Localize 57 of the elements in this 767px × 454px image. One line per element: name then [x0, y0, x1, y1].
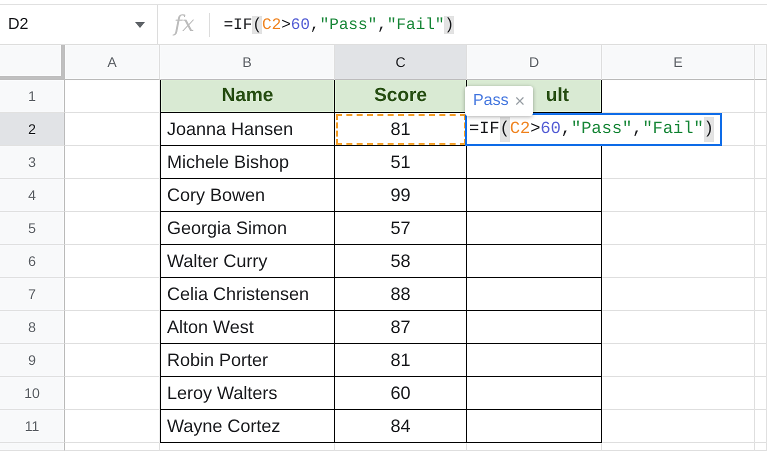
row-header[interactable]: 2 [0, 113, 65, 146]
table-cell: 87 [335, 311, 467, 344]
column-header[interactable]: C [335, 45, 467, 80]
caret-icon[interactable] [135, 22, 145, 28]
column-header[interactable]: A [65, 45, 160, 80]
grid-cell[interactable] [467, 311, 602, 344]
table-cell: 88 [335, 278, 467, 311]
row-header[interactable]: 9 [0, 344, 65, 377]
table-cell: 81 [335, 344, 467, 377]
table-cell: Cory Bowen [160, 179, 335, 212]
table-cell: Robin Porter [160, 344, 335, 377]
row-header[interactable] [0, 443, 65, 451]
grid-cell[interactable] [467, 212, 602, 245]
table-cell: Wayne Cortez [160, 410, 335, 443]
table-cell: 58 [335, 245, 467, 278]
table-cell: Alton West [160, 311, 335, 344]
row-header[interactable]: 4 [0, 179, 65, 212]
column-header[interactable] [755, 45, 767, 80]
table-cell: 60 [335, 377, 467, 410]
grid-cell[interactable] [467, 179, 602, 212]
table-cell: 84 [335, 410, 467, 443]
table-cell: 99 [335, 179, 467, 212]
table-cell: Joanna Hansen [160, 113, 335, 146]
name-box[interactable]: D2 [0, 5, 158, 44]
column-header[interactable]: D [467, 45, 602, 80]
grid-cell[interactable] [467, 377, 602, 410]
table-cell: Celia Christensen [160, 278, 335, 311]
cell-reference: D2 [8, 14, 28, 34]
formula-editor[interactable]: =IF(C2>60,"Pass","Fail") [465, 113, 722, 146]
table-cell: Leroy Walters [160, 377, 335, 410]
table-cell: Michele Bishop [160, 146, 335, 179]
row-header[interactable]: 3 [0, 146, 65, 179]
formula-input[interactable]: =IF(C2>60,"Pass","Fail") [224, 12, 454, 36]
table-cell: 51 [335, 146, 467, 179]
suggestion-text[interactable]: Pass [473, 89, 509, 113]
table-cell: 81 [335, 113, 467, 146]
row-header[interactable]: 5 [0, 212, 65, 245]
grid-cell[interactable] [467, 410, 602, 443]
grid-cell[interactable] [467, 344, 602, 377]
table-cell: 57 [335, 212, 467, 245]
grid-cell[interactable] [467, 146, 602, 179]
column-header[interactable]: B [160, 45, 335, 80]
table-cell: Georgia Simon [160, 212, 335, 245]
select-all-corner[interactable] [0, 45, 65, 80]
table-cell: Walter Curry [160, 245, 335, 278]
row-header[interactable]: 1 [0, 80, 65, 113]
column-title: Name [160, 80, 335, 113]
row-header[interactable]: 6 [0, 245, 65, 278]
row-header[interactable]: 10 [0, 377, 65, 410]
row-header[interactable]: 8 [0, 311, 65, 344]
column-title: Score [335, 80, 467, 113]
row-header[interactable]: 7 [0, 278, 65, 311]
grid-cell[interactable] [467, 245, 602, 278]
column-header[interactable]: E [602, 45, 755, 80]
column-title: ult [546, 84, 569, 108]
row-header[interactable]: 11 [0, 410, 65, 443]
grid-cell[interactable] [467, 278, 602, 311]
